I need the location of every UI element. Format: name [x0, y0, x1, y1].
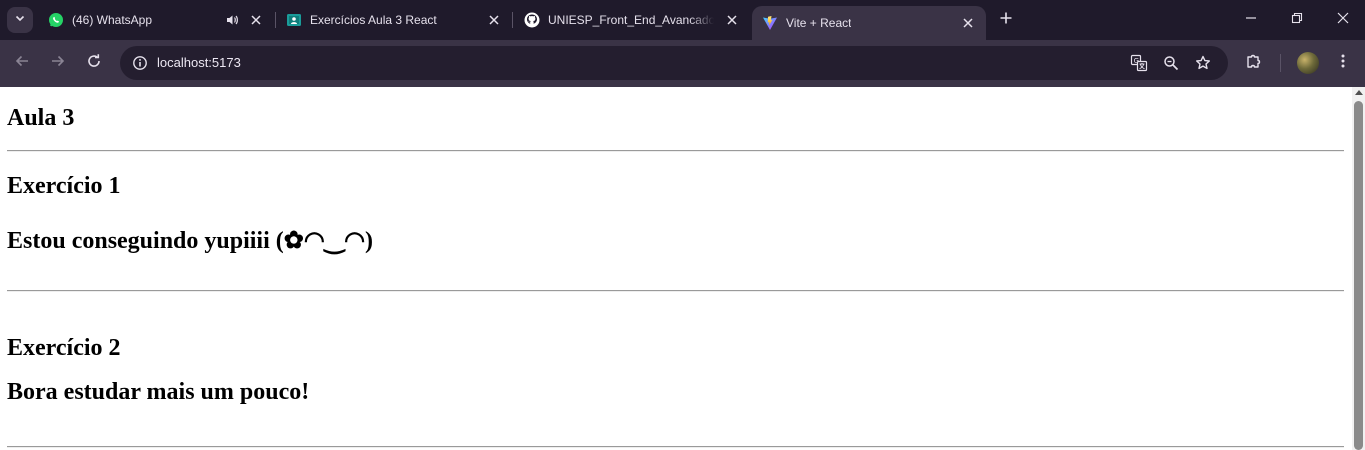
minimize-icon: [1245, 11, 1257, 29]
toolbar-divider: [1280, 54, 1281, 72]
tab-title: Exercícios Aula 3 React: [310, 13, 437, 27]
tab-separator: [275, 12, 276, 28]
tab-title: UNIESP_Front_End_Avancado_p: [548, 13, 714, 27]
chevron-down-icon: [14, 11, 26, 29]
page-content: Aula 3 Exercício 1 Estou conseguindo yup…: [0, 87, 1352, 450]
forward-button[interactable]: [46, 51, 70, 75]
restore-icon: [1291, 11, 1303, 29]
divider: [7, 446, 1344, 448]
tab-exercicios[interactable]: Exercícios Aula 3 React: [286, 6, 512, 34]
exercise-2-title: Exercício 2: [7, 335, 121, 361]
exercise-1-title: Exercício 1: [7, 173, 121, 199]
github-icon: [524, 12, 540, 28]
new-tab-button[interactable]: [996, 11, 1016, 29]
arrow-right-icon: [50, 53, 66, 74]
back-button[interactable]: [10, 51, 34, 75]
close-tab-icon[interactable]: [248, 12, 264, 28]
restore-button[interactable]: [1274, 0, 1320, 40]
scroll-up-arrow[interactable]: [1355, 90, 1363, 95]
zoom-icon[interactable]: [1159, 51, 1183, 75]
close-window-button[interactable]: [1320, 0, 1365, 40]
browser-toolbar: localhost:5173 G: [0, 40, 1365, 87]
tab-separator: [512, 12, 513, 28]
reload-icon: [86, 53, 102, 74]
bookmark-star-icon[interactable]: [1191, 51, 1215, 75]
tab-title: (46) WhatsApp: [72, 13, 153, 27]
puzzle-icon: [1245, 52, 1263, 75]
divider: [7, 150, 1344, 152]
close-tab-icon[interactable]: [486, 12, 502, 28]
tab-whatsapp[interactable]: (46) WhatsApp: [48, 6, 274, 34]
profile-avatar[interactable]: [1297, 52, 1319, 74]
plus-icon: [999, 11, 1013, 30]
tab-strip: (46) WhatsApp Exercícios Aula 3 React UN…: [0, 0, 1365, 40]
exercise-1-message: Estou conseguindo yupiiii (✿◠‿◠): [7, 228, 374, 254]
tab-title: Vite + React: [786, 16, 852, 30]
site-info-icon[interactable]: [128, 51, 152, 75]
classroom-icon: [286, 12, 302, 28]
translate-icon[interactable]: G: [1127, 51, 1151, 75]
tab-vite-react[interactable]: Vite + React: [752, 6, 986, 40]
tab-search-button[interactable]: [7, 7, 33, 33]
minimize-button[interactable]: [1228, 0, 1274, 40]
extensions-button[interactable]: [1242, 51, 1266, 75]
menu-button[interactable]: [1331, 51, 1355, 75]
page-title: Aula 3: [7, 105, 75, 131]
close-tab-icon[interactable]: [724, 12, 740, 28]
speaker-icon[interactable]: [224, 12, 240, 28]
whatsapp-icon: [48, 12, 64, 28]
kebab-menu-icon: [1335, 53, 1351, 74]
url-text[interactable]: localhost:5173: [157, 55, 241, 70]
arrow-left-icon: [14, 53, 30, 74]
divider: [7, 290, 1344, 292]
address-bar[interactable]: localhost:5173 G: [120, 46, 1228, 80]
scrollbar-thumb[interactable]: [1354, 101, 1363, 450]
vertical-scrollbar[interactable]: [1352, 87, 1365, 450]
exercise-2-message: Bora estudar mais um pouco!: [7, 379, 310, 405]
reload-button[interactable]: [82, 51, 106, 75]
close-tab-icon[interactable]: [960, 15, 976, 31]
vite-icon: [762, 15, 778, 31]
tab-github[interactable]: UNIESP_Front_End_Avancado_p: [524, 6, 750, 34]
close-icon: [1337, 11, 1349, 29]
